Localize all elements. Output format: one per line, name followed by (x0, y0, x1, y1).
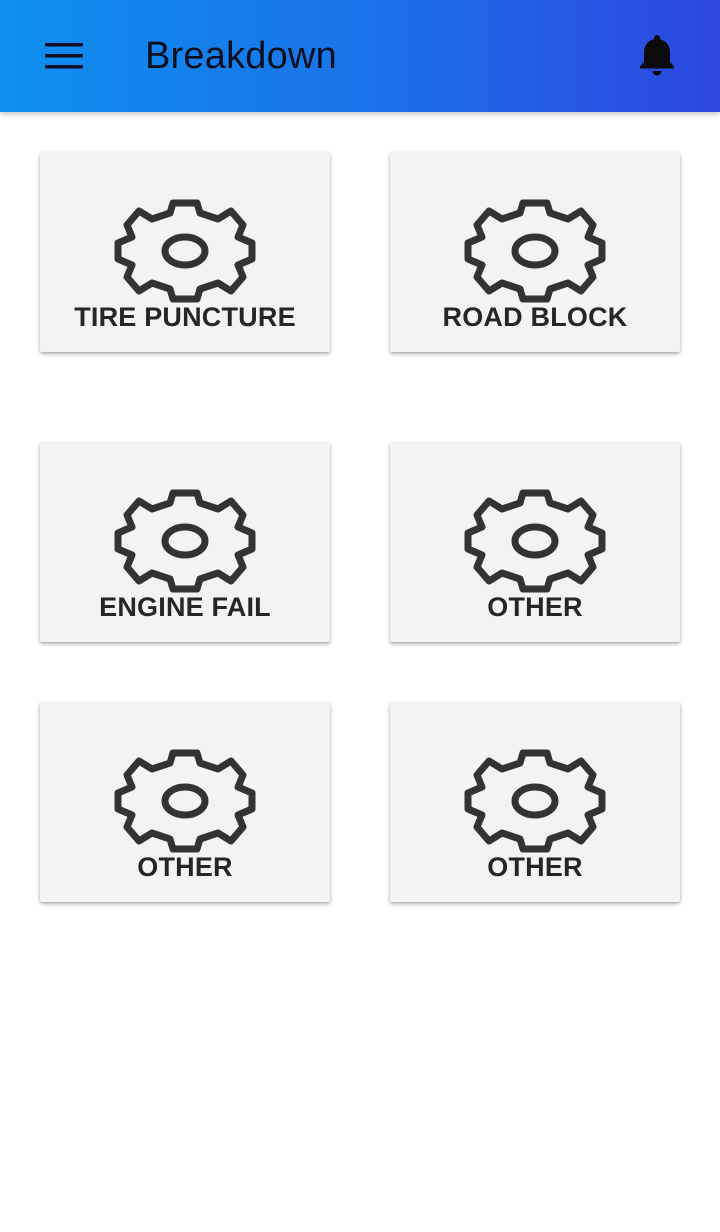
card-other-1[interactable]: OTHER (390, 442, 680, 642)
card-label: OTHER (487, 852, 583, 882)
card-label: OTHER (137, 852, 233, 882)
gear-icon (114, 199, 256, 303)
card-tire-puncture[interactable]: TIRE PUNCTURE (40, 152, 330, 352)
card-label: ENGINE FAIL (99, 592, 271, 622)
card-label: OTHER (487, 592, 583, 622)
menu-button[interactable] (40, 36, 88, 76)
gear-icon (114, 489, 256, 593)
card-other-2[interactable]: OTHER (40, 702, 330, 902)
menu-icon (45, 43, 83, 69)
bell-icon (640, 35, 674, 76)
gear-icon (464, 199, 606, 303)
card-label: TIRE PUNCTURE (74, 302, 296, 332)
card-road-block[interactable]: ROAD BLOCK (390, 152, 680, 352)
card-engine-fail[interactable]: ENGINE FAIL (40, 442, 330, 642)
notifications-button[interactable] (630, 28, 684, 82)
card-other-3[interactable]: OTHER (390, 702, 680, 902)
gear-icon (464, 489, 606, 593)
gear-icon (464, 749, 606, 853)
card-label: ROAD BLOCK (442, 302, 628, 332)
gear-icon (114, 749, 256, 853)
app-bar: Breakdown (0, 0, 720, 112)
page-title: Breakdown (145, 35, 337, 77)
